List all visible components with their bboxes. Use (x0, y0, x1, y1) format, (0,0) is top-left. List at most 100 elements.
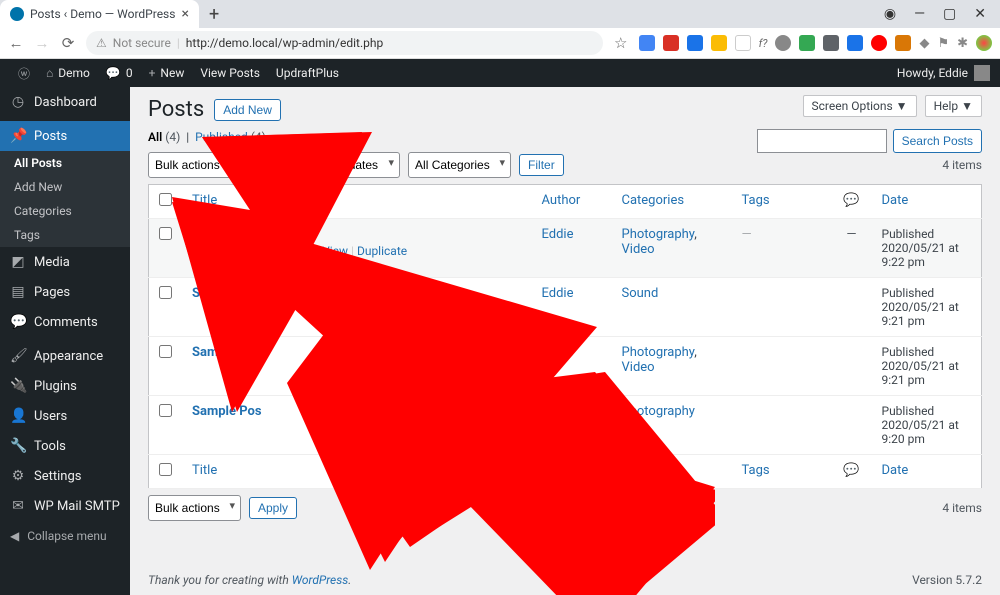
close-window-icon[interactable]: ✕ (974, 6, 986, 22)
filter-published[interactable]: Published (4) (195, 130, 266, 144)
extension-icon[interactable]: f? (759, 37, 768, 50)
date-filter-select[interactable]: All dates (325, 152, 400, 178)
row-checkbox[interactable] (159, 404, 172, 417)
submenu-categories[interactable]: Categories (0, 199, 130, 223)
site-menu[interactable]: ⌂Demo (38, 66, 98, 80)
profile-avatar[interactable] (976, 35, 992, 51)
select-all-checkbox[interactable] (159, 193, 172, 206)
submenu-allposts[interactable]: All Posts (0, 151, 130, 175)
gear-icon: ⚙ (10, 468, 26, 484)
row-checkbox[interactable] (159, 227, 172, 240)
extension-icon[interactable] (735, 35, 751, 51)
menu-users[interactable]: 👤Users (0, 401, 130, 431)
menu-appearance[interactable]: 🖌Appearance (0, 341, 130, 371)
extension-icon[interactable] (823, 35, 839, 51)
footer-date[interactable]: Date (872, 455, 982, 489)
author-link[interactable]: Eddie (542, 404, 574, 419)
puzzle-icon[interactable]: ✱ (957, 36, 968, 51)
filter-all[interactable]: All (4) (148, 130, 180, 144)
quick-edit-link[interactable]: Quick Edit (221, 244, 274, 258)
category-link[interactable]: Sound (622, 286, 659, 301)
menu-pages[interactable]: ▤Pages (0, 277, 130, 307)
extension-icon[interactable] (871, 35, 887, 51)
category-link[interactable]: Photography (622, 227, 695, 242)
post-title-link[interactable]: Sample (192, 345, 236, 360)
close-tab-icon[interactable]: × (181, 6, 188, 22)
maximize-icon[interactable]: ▢ (943, 6, 956, 22)
header-categories: Categories (612, 185, 732, 219)
category-link[interactable]: Video (622, 360, 655, 375)
category-link[interactable]: Photography (622, 345, 695, 360)
table-row: Sample Pos Eddie Photography Published20… (149, 396, 982, 455)
extension-icon[interactable]: ◆ (919, 36, 929, 51)
collapse-menu[interactable]: ◀Collapse menu (0, 521, 130, 551)
extension-icon[interactable] (799, 35, 815, 51)
reload-icon[interactable]: ⟳ (60, 34, 76, 52)
filter-button[interactable]: Filter (519, 154, 564, 176)
view-link[interactable]: View (322, 244, 348, 258)
author-link[interactable]: Eddie (542, 227, 574, 242)
extension-icon[interactable] (775, 35, 791, 51)
menu-wpmailsmtp[interactable]: ✉WP Mail SMTP (0, 491, 130, 521)
footer-title[interactable]: Title (182, 455, 532, 489)
bulk-actions-select[interactable]: Bulk actions (148, 152, 241, 178)
star-icon[interactable]: ☆ (613, 34, 629, 52)
flag-icon[interactable]: ⚑ (937, 36, 949, 51)
new-tab-button[interactable]: + (199, 4, 229, 25)
author-link[interactable]: Eddie (542, 286, 574, 301)
wp-logo-menu[interactable]: ⓦ (10, 65, 38, 82)
submenu-addnew[interactable]: Add New (0, 175, 130, 199)
help-button[interactable]: Help ▼ (925, 95, 982, 117)
wordpress-link[interactable]: WordPress (292, 573, 349, 587)
updraftplus-menu[interactable]: UpdraftPlus (268, 66, 347, 80)
submenu-tags[interactable]: Tags (0, 223, 130, 247)
apply-button-bottom[interactable]: Apply (249, 497, 297, 519)
post-title-link[interactable]: Sample Post #4 (192, 227, 284, 242)
menu-comments[interactable]: 💬Comments (0, 307, 130, 337)
bulk-actions-select-bottom[interactable]: Bulk actions (148, 495, 241, 521)
extension-icon[interactable] (711, 35, 727, 51)
extension-icon[interactable] (663, 35, 679, 51)
row-actions: Edit | Quick Edit | Trash | View | Dupli… (192, 244, 522, 258)
row-checkbox[interactable] (159, 286, 172, 299)
search-input[interactable] (757, 129, 887, 153)
edit-link[interactable]: Edit (192, 244, 212, 258)
category-link[interactable]: Photography (622, 404, 695, 419)
extension-icon[interactable] (847, 35, 863, 51)
view-posts-link[interactable]: View Posts (192, 66, 268, 80)
category-link[interactable]: Video (622, 242, 655, 257)
extension-icon[interactable] (687, 35, 703, 51)
howdy-menu[interactable]: Howdy, Eddie (897, 65, 990, 81)
address-bar[interactable]: ⚠ Not secure | http://demo.local/wp-admi… (86, 31, 603, 55)
menu-settings[interactable]: ⚙Settings (0, 461, 130, 491)
menu-dashboard[interactable]: ◷Dashboard (0, 87, 130, 117)
minimize-icon[interactable]: — (914, 6, 925, 22)
comments-menu[interactable]: 💬0 (98, 66, 141, 80)
category-filter-select[interactable]: All Categories (408, 152, 511, 178)
extension-icon[interactable] (895, 35, 911, 51)
menu-media[interactable]: ◩Media (0, 247, 130, 277)
row-checkbox[interactable] (159, 345, 172, 358)
duplicate-link[interactable]: Duplicate (357, 244, 407, 258)
browser-tab[interactable]: Posts ‹ Demo — WordPress × (0, 0, 199, 28)
post-title-link[interactable]: Samp (192, 286, 226, 301)
extension-icon[interactable] (639, 35, 655, 51)
menu-posts[interactable]: 📌Posts (0, 121, 130, 151)
new-menu[interactable]: +New (141, 66, 193, 80)
header-date[interactable]: Date (872, 185, 982, 219)
menu-tools[interactable]: 🔧Tools (0, 431, 130, 461)
footer-comments[interactable]: 💬 (832, 455, 872, 489)
apply-button[interactable]: Apply (249, 154, 297, 176)
menu-plugins[interactable]: 🔌Plugins (0, 371, 130, 401)
forward-icon[interactable]: → (34, 34, 50, 52)
back-icon[interactable]: ← (8, 34, 24, 52)
post-title-link[interactable]: Sample Pos (192, 404, 262, 419)
screen-options-button[interactable]: Screen Options ▼ (803, 95, 917, 117)
header-comments[interactable]: 💬 (832, 185, 872, 219)
select-all-checkbox-bottom[interactable] (159, 463, 172, 476)
search-posts-button[interactable]: Search Posts (893, 129, 982, 153)
author-link[interactable]: Eddie (542, 345, 574, 360)
trash-link[interactable]: Trash (283, 244, 313, 258)
header-title[interactable]: Title (182, 185, 532, 219)
add-new-button[interactable]: Add New (214, 99, 281, 121)
